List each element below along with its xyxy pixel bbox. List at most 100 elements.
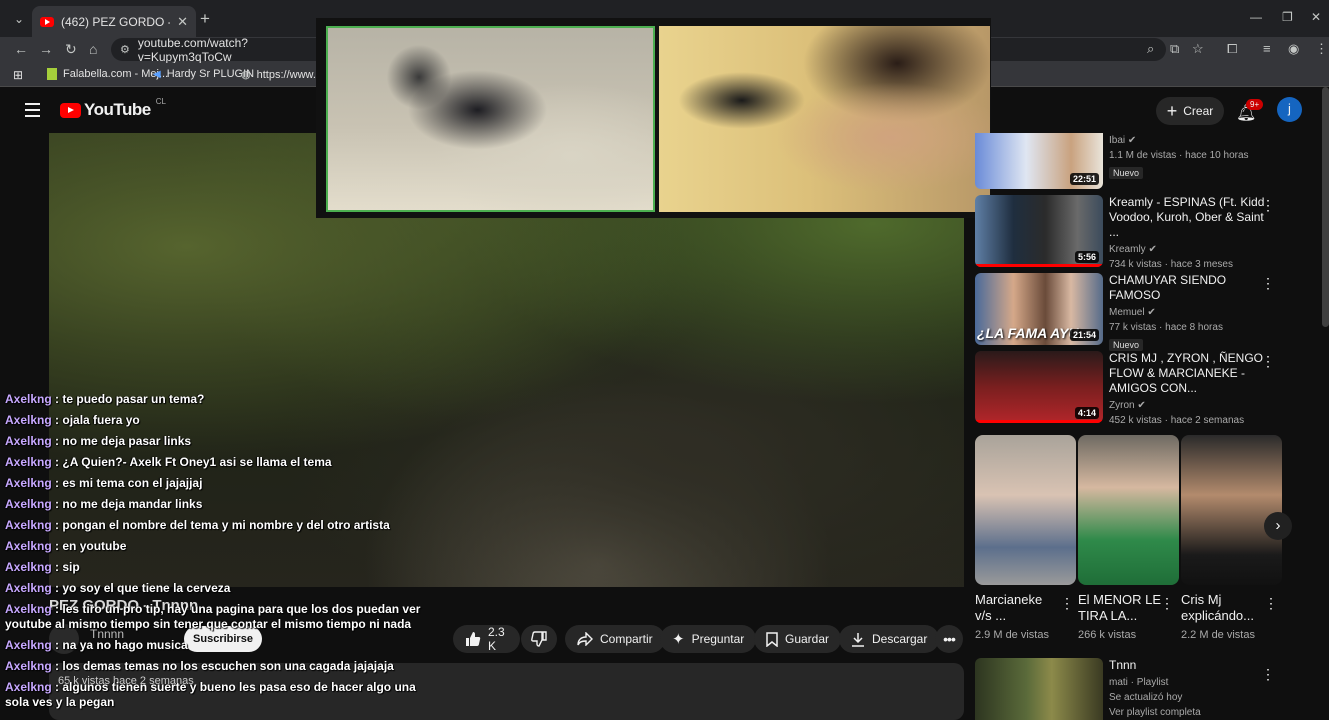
- more-actions-button[interactable]: •••: [935, 625, 963, 653]
- zoom-icon[interactable]: ⌕: [1147, 41, 1154, 57]
- cast-icon[interactable]: ⧉: [1170, 41, 1179, 57]
- chat-text: : les tiro un pro tip, hay una pagina pa…: [5, 602, 421, 631]
- create-button[interactable]: + Crear: [1156, 97, 1224, 125]
- address-bar-end[interactable]: [990, 38, 1166, 61]
- ask-button[interactable]: ✦ Preguntar: [660, 625, 757, 653]
- new-tab-icon[interactable]: +: [200, 9, 210, 29]
- video-title[interactable]: CHAMUYAR SIENDO FAMOSO: [1109, 273, 1269, 303]
- chat-message: Axelkng : ¿A Quien?- Axelk Ft Oney1 asi …: [0, 452, 436, 473]
- short-title[interactable]: El MENOR LE TIRA LA...: [1078, 592, 1163, 624]
- back-icon[interactable]: ←: [14, 41, 28, 57]
- related-video[interactable]: 4:14 CRIS MJ , ZYRON , ÑENGO FLOW & MARC…: [975, 351, 1275, 428]
- chat-message: Axelkng : no me deja mandar links: [0, 494, 436, 515]
- close-window-icon[interactable]: ✕: [1311, 10, 1321, 24]
- shorts-next-icon[interactable]: ›: [1264, 512, 1292, 540]
- camera-overlay: [316, 18, 991, 218]
- page-scrollbar[interactable]: [1322, 87, 1329, 327]
- menu-icon[interactable]: [25, 103, 40, 121]
- bookmark-hardy[interactable]: ◀ Hardy Sr PLUGIN: [153, 68, 254, 80]
- chat-overlay: Axelkng : te puedo pasar un tema? Axelkn…: [0, 389, 436, 713]
- tab-close-icon[interactable]: ✕: [177, 14, 188, 30]
- more-options-icon[interactable]: ⋮: [1060, 595, 1074, 612]
- share-button[interactable]: Compartir: [565, 625, 665, 653]
- short-thumbnail[interactable]: [975, 435, 1076, 585]
- chat-text: : no me deja pasar links: [55, 434, 192, 448]
- forward-icon[interactable]: →: [39, 41, 53, 57]
- chat-text: : es mi tema con el jajajjaj: [55, 476, 203, 490]
- video-info: Ibai ✔ 1.1 M de vistas · hace 10 horas N…: [1109, 133, 1269, 189]
- reload-icon[interactable]: ↻: [65, 41, 77, 58]
- chat-message: Axelkng : pongan el nombre del tema y mi…: [0, 515, 436, 536]
- restore-icon[interactable]: ❐: [1282, 10, 1293, 24]
- channel-name[interactable]: Ibai ✔: [1109, 133, 1269, 148]
- video-thumbnail[interactable]: 4:14: [975, 351, 1103, 423]
- profile-icon[interactable]: ◉: [1288, 41, 1299, 57]
- chat-user: Axelkng: [5, 476, 52, 490]
- more-icon: •••: [943, 631, 956, 647]
- bookmark-star-icon[interactable]: ☆: [1192, 41, 1204, 57]
- site-info-icon[interactable]: ⚙: [120, 43, 130, 56]
- chat-user: Axelkng: [5, 581, 52, 595]
- view-playlist-link[interactable]: Ver playlist completa: [1109, 705, 1269, 720]
- like-count: 2.3 K: [488, 625, 505, 653]
- chat-user: Axelkng: [5, 638, 52, 652]
- browser-menu-icon[interactable]: ⋮: [1315, 41, 1328, 57]
- youtube-logo[interactable]: YouTube CL: [60, 97, 166, 120]
- video-thumbnail[interactable]: 5:56: [975, 195, 1103, 267]
- playlist-title[interactable]: Tnnn: [1109, 658, 1269, 673]
- channel-name[interactable]: Kreamly ✔: [1109, 242, 1269, 257]
- minimize-icon[interactable]: —: [1250, 10, 1262, 24]
- video-thumbnail[interactable]: ¿LA FAMA AYU 21:54: [975, 273, 1103, 345]
- more-options-icon[interactable]: ⋮: [1264, 595, 1278, 612]
- ask-label: Preguntar: [691, 632, 745, 646]
- short-views: 2.9 M de vistas: [975, 629, 1049, 641]
- chat-text: : te puedo pasar un tema?: [55, 392, 205, 406]
- logo-text: YouTube: [84, 100, 151, 119]
- home-icon[interactable]: ⌂: [89, 41, 97, 57]
- share-icon: [577, 632, 593, 646]
- browser-tab-active[interactable]: (462) PEZ GORDO - Tnnnn - Yo... ✕: [32, 6, 196, 37]
- more-options-icon[interactable]: ⋮: [1261, 666, 1275, 683]
- save-button[interactable]: Guardar: [754, 625, 842, 653]
- download-button[interactable]: Descargar: [839, 625, 940, 653]
- more-options-icon[interactable]: ⋮: [1160, 595, 1174, 612]
- bookmark-falabella[interactable]: Falabella.com - Mej...: [47, 68, 168, 80]
- related-video[interactable]: ¿LA FAMA AYU 21:54 CHAMUYAR SIENDO FAMOS…: [975, 273, 1275, 353]
- short-title[interactable]: Cris Mj explicándo...: [1181, 592, 1266, 624]
- playlist-thumbnail[interactable]: [975, 658, 1103, 720]
- chat-user: Axelkng: [5, 560, 52, 574]
- more-options-icon[interactable]: ⋮: [1261, 197, 1275, 214]
- chat-user: Axelkng: [5, 659, 52, 673]
- related-video[interactable]: 22:51 Ibai ✔ 1.1 M de vistas · hace 10 h…: [975, 133, 1275, 189]
- tab-search-icon[interactable]: ⌄: [8, 9, 30, 29]
- video-info: CHAMUYAR SIENDO FAMOSO Memuel ✔ 77 k vis…: [1109, 273, 1275, 353]
- playlist-item[interactable]: Tnnn mati · Playlist Se actualizó hoy Ve…: [975, 658, 1275, 720]
- channel-name[interactable]: Zyron ✔: [1109, 398, 1269, 413]
- thumbnail-caption: ¿LA FAMA AYU: [977, 325, 1079, 341]
- short-thumbnail[interactable]: [1181, 435, 1282, 585]
- account-avatar[interactable]: j: [1277, 97, 1302, 122]
- reading-list-icon[interactable]: ≡: [1263, 41, 1271, 56]
- chat-user: Axelkng: [5, 680, 52, 694]
- dislike-button[interactable]: [521, 625, 557, 653]
- related-video[interactable]: 5:56 Kreamly - ESPINAS (Ft. Kidd Voodoo,…: [975, 195, 1275, 272]
- webcam-feed-right: [659, 26, 990, 212]
- short-thumbnail[interactable]: [1078, 435, 1179, 585]
- webcam-feed-left: [326, 26, 655, 212]
- video-info: CRIS MJ , ZYRON , ÑENGO FLOW & MARCIANEK…: [1109, 351, 1275, 428]
- more-options-icon[interactable]: ⋮: [1261, 275, 1275, 292]
- duration-badge: 5:56: [1074, 251, 1099, 263]
- address-bar[interactable]: ⚙ youtube.com/watch?v=Kupym3qToCw: [111, 36, 317, 64]
- download-icon: [852, 632, 864, 647]
- video-thumbnail[interactable]: 22:51: [975, 133, 1103, 189]
- video-title[interactable]: Kreamly - ESPINAS (Ft. Kidd Voodoo, Kuro…: [1109, 195, 1269, 240]
- like-button[interactable]: 2.3 K: [453, 625, 520, 653]
- short-title[interactable]: Marcianeke v/s ...: [975, 592, 1060, 624]
- apps-icon[interactable]: ⊞: [13, 68, 23, 82]
- playlist-owner: mati · Playlist: [1109, 677, 1169, 688]
- video-title[interactable]: CRIS MJ , ZYRON , ÑENGO FLOW & MARCIANEK…: [1109, 351, 1269, 396]
- chat-text: : sip: [55, 560, 80, 574]
- extensions-icon[interactable]: ⧠: [1227, 41, 1237, 57]
- channel-name[interactable]: Memuel ✔: [1109, 305, 1269, 320]
- more-options-icon[interactable]: ⋮: [1261, 353, 1275, 370]
